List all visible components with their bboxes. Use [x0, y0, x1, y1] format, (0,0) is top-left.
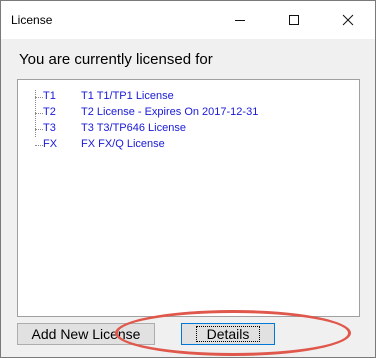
license-description: FX FX/Q License [81, 138, 165, 150]
minimize-button[interactable] [217, 1, 263, 39]
window-title: License [11, 13, 53, 27]
close-icon [342, 14, 354, 26]
tree-branch-line [35, 113, 43, 114]
details-button[interactable]: Details [181, 323, 275, 345]
add-new-license-button[interactable]: Add New License [17, 323, 155, 345]
license-dialog: License You are currently licensed for T… [0, 0, 376, 358]
close-button[interactable] [325, 1, 371, 39]
license-code: FX [43, 138, 58, 150]
tree-branch-line [35, 129, 43, 130]
license-code: T3 [43, 122, 56, 134]
title-bar: License [1, 1, 375, 39]
tree-branch-line [35, 97, 43, 98]
license-tree[interactable]: T1 T1 T1/TP1 License T2 T2 License - Exp… [17, 79, 360, 317]
maximize-button[interactable] [271, 1, 317, 39]
licensed-heading: You are currently licensed for [19, 51, 213, 68]
license-item-fx[interactable]: FX FX FX/Q License [18, 137, 348, 153]
maximize-icon [289, 15, 299, 25]
license-item-t3[interactable]: T3 T3 T3/TP646 License [18, 121, 348, 137]
license-code: T1 [43, 90, 56, 102]
license-item-t2[interactable]: T2 T2 License - Expires On 2017-12-31 [18, 105, 348, 121]
license-item-t1[interactable]: T1 T1 T1/TP1 License [18, 89, 348, 105]
tree-branch-line [35, 145, 43, 146]
minimize-icon [235, 20, 245, 21]
license-description: T1 T1/TP1 License [81, 90, 174, 102]
details-button-label: Details [195, 326, 261, 342]
license-description: T3 T3/TP646 License [81, 122, 186, 134]
license-code: T2 [43, 106, 56, 118]
license-description: T2 License - Expires On 2017-12-31 [81, 106, 259, 118]
